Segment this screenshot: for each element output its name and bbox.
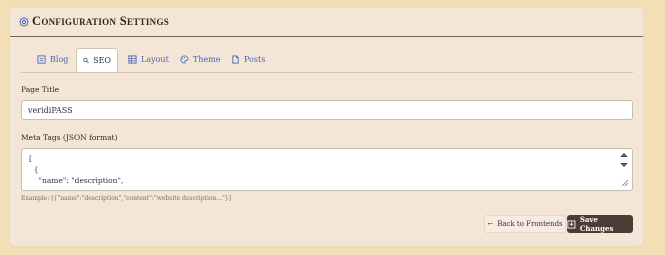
file-icon [232,55,239,64]
page-title-label: Page Title [21,85,60,94]
arrow-left-icon: ← [487,220,494,228]
tab-layout[interactable]: Layout [122,48,175,71]
tab-blog-label: Blog [50,55,69,64]
meta-tags-line: [ [29,154,32,163]
page-title: Configuration Settings [32,14,170,28]
tab-theme[interactable]: Theme [174,48,227,71]
config-panel: Configuration Settings Blog SEO Layout T… [10,8,643,246]
tab-theme-label: Theme [193,55,221,64]
tab-blog[interactable]: Blog [31,48,74,71]
meta-tags-line: { [29,165,39,174]
tab-layout-label: Layout [141,55,169,64]
grid-icon [128,55,137,64]
back-button-label: Back to Frontends [497,220,563,228]
tab-posts[interactable]: Posts [225,48,271,71]
tab-posts-label: Posts [244,55,266,64]
search-icon [83,57,89,63]
save-changes-button[interactable]: Save Changes [567,215,633,233]
meta-tags-textarea[interactable]: [ { "name": "description", [21,148,633,191]
save-icon [567,220,576,228]
settings-tabs: Blog SEO Layout Theme Posts [21,48,633,73]
page-title-input[interactable]: veridiPASS [21,100,633,120]
palette-icon [180,55,189,64]
document-icon [37,55,46,64]
gear-icon [19,17,29,27]
panel-header: Configuration Settings [10,8,643,37]
tab-seo[interactable]: SEO [76,48,118,72]
meta-tags-hint: Example: [{"name":"description","content… [21,195,232,202]
scrollbar[interactable] [619,152,629,188]
tab-seo-label: SEO [93,55,111,65]
save-button-label: Save Changes [579,215,614,233]
meta-tags-line: "name": "description", [29,176,124,185]
meta-tags-label: Meta Tags (JSON format) [21,133,118,142]
back-to-frontends-button[interactable]: ← Back to Frontends [484,215,566,233]
